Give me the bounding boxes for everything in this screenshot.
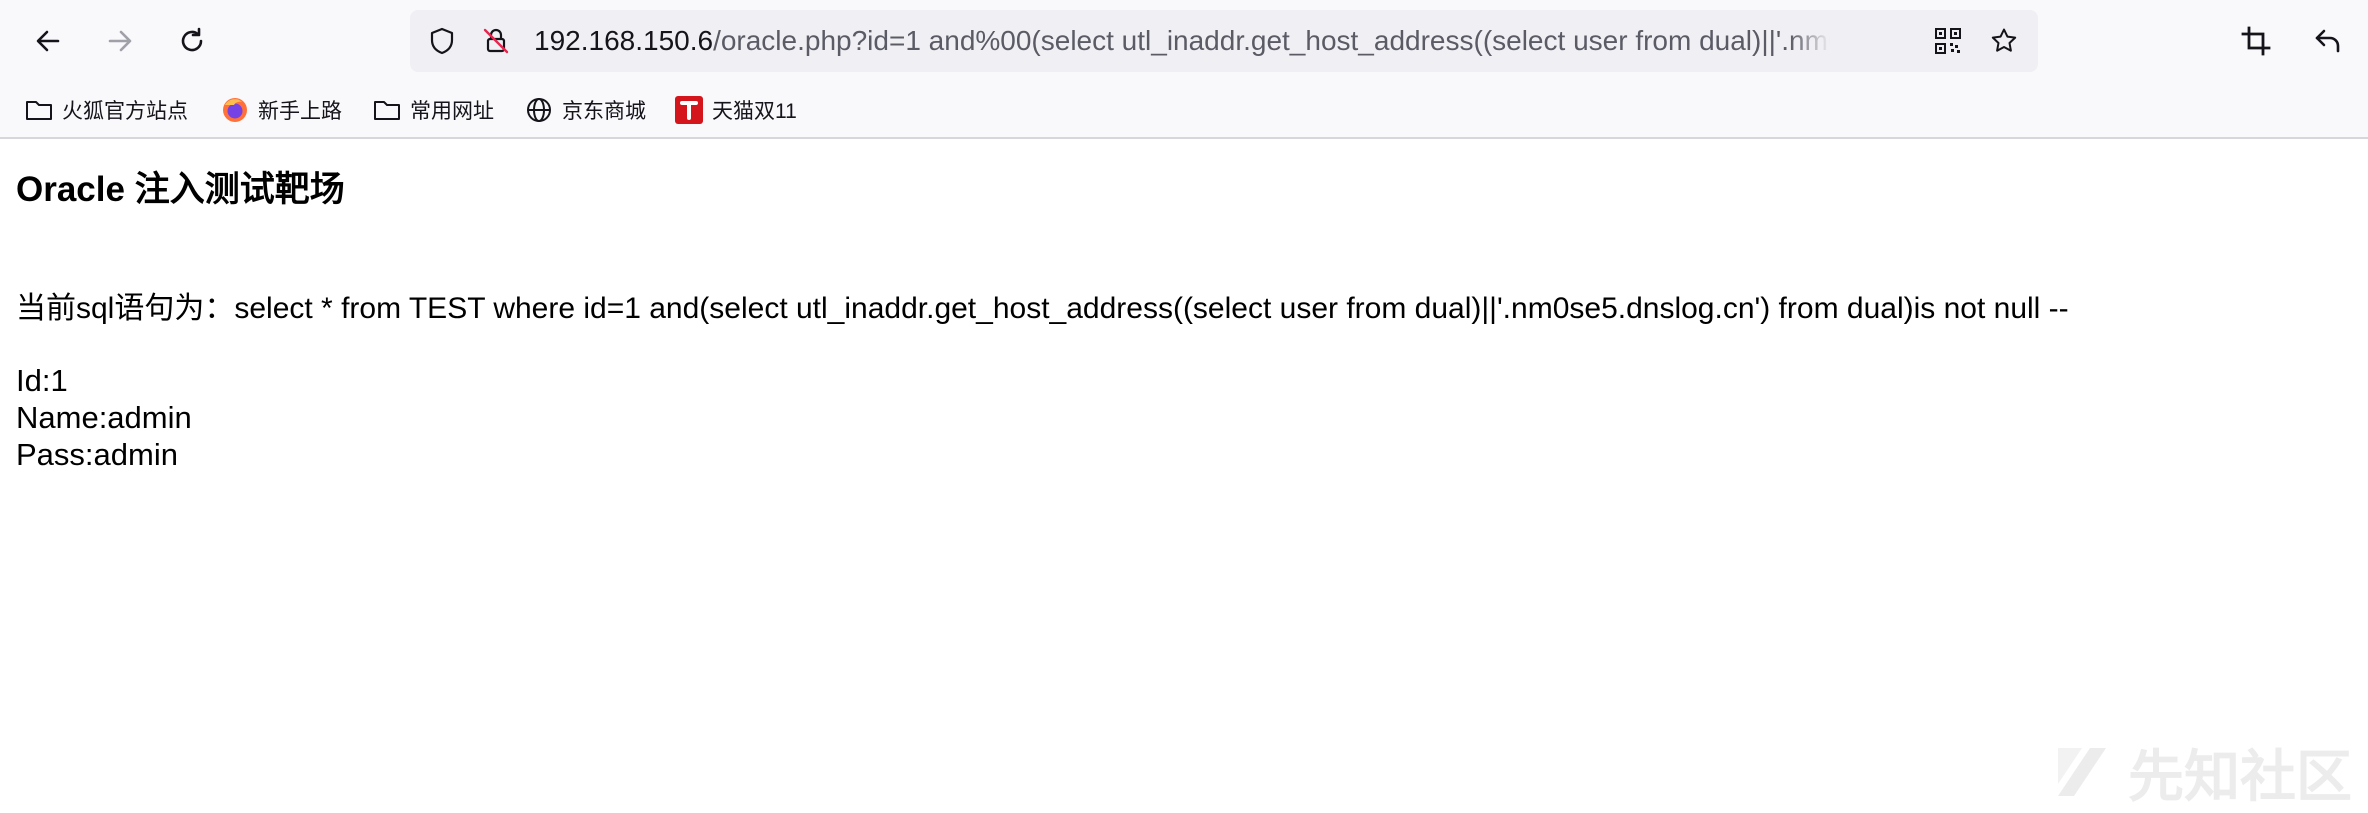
crop-icon	[2240, 25, 2272, 62]
result-id: Id:1	[16, 363, 68, 398]
bookmark-label: 天猫双11	[712, 100, 797, 123]
firefox-icon	[220, 95, 250, 125]
undo-button[interactable]	[2300, 18, 2356, 68]
bookmark-getting-started[interactable]: 新手上路	[220, 92, 342, 128]
back-button[interactable]	[20, 18, 76, 68]
forward-arrow-icon	[104, 25, 136, 62]
folder-icon	[24, 95, 54, 125]
bookmark-jd[interactable]: 京东商城	[524, 92, 646, 128]
star-icon[interactable]	[1986, 23, 2022, 59]
url-fade	[1790, 10, 1830, 72]
globe-icon	[524, 95, 554, 125]
qr-code-icon[interactable]	[1930, 23, 1966, 59]
url-path: /oracle.php?id=1 and%00(select utl_inadd…	[713, 25, 1830, 56]
bookmark-label: 新手上路	[258, 100, 342, 123]
reload-icon	[176, 25, 208, 62]
tmall-icon	[674, 95, 704, 125]
bookmarks-toolbar: 火狐官方站点 新手上路 常用网址 京东商城 天猫双11	[0, 86, 2368, 134]
undo-arrow-icon	[2312, 25, 2344, 62]
bookmark-label: 常用网址	[410, 100, 494, 123]
forward-button[interactable]	[92, 18, 148, 68]
result-name: Name:admin	[16, 400, 192, 435]
bookmark-label: 火狐官方站点	[62, 100, 188, 123]
folder-icon	[372, 95, 402, 125]
watermark-text: 先知社区	[2128, 744, 2352, 808]
bookmark-label: 京东商城	[562, 100, 646, 123]
reload-button[interactable]	[164, 18, 220, 68]
url-host: 192.168.150.6	[534, 25, 714, 56]
page-title: Oracle 注入测试靶场	[16, 170, 345, 209]
browser-chrome: 192.168.150.6/oracle.php?id=1 and%00(sel…	[0, 0, 2368, 139]
bookmark-firefox-official[interactable]: 火狐官方站点	[24, 92, 188, 128]
address-bar[interactable]: 192.168.150.6/oracle.php?id=1 and%00(sel…	[410, 10, 2038, 72]
sql-statement: 当前sql语句为：select * from TEST where id=1 a…	[16, 292, 2069, 325]
shield-icon[interactable]	[424, 23, 460, 59]
bookmark-tmall[interactable]: 天猫双11	[674, 92, 797, 128]
result-pass: Pass:admin	[16, 437, 178, 472]
watermark-logo-icon	[2058, 748, 2106, 796]
url-text[interactable]: 192.168.150.6/oracle.php?id=1 and%00(sel…	[534, 10, 1830, 72]
screenshot-button[interactable]	[2228, 18, 2284, 68]
insecure-lock-icon[interactable]	[478, 23, 514, 59]
watermark: 先知社区	[2050, 740, 2352, 808]
back-arrow-icon	[32, 25, 64, 62]
bookmark-common-sites[interactable]: 常用网址	[372, 92, 494, 128]
